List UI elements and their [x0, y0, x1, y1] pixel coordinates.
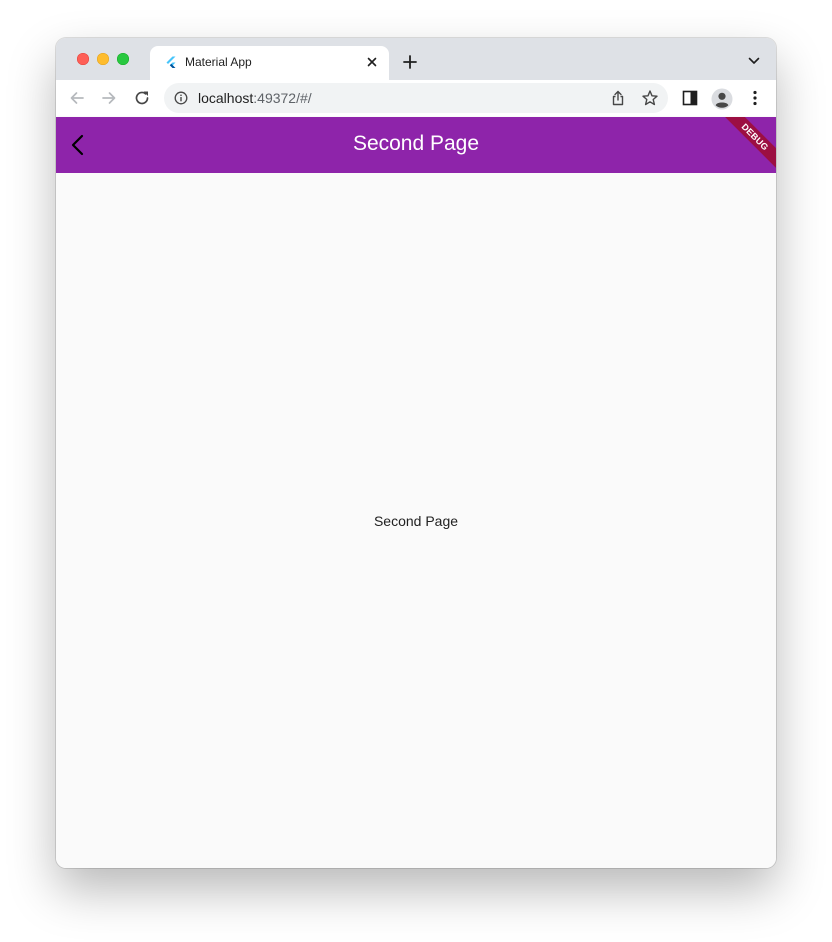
maximize-window-button[interactable] — [117, 53, 129, 65]
browser-tab[interactable]: Material App — [150, 46, 389, 80]
chevron-down-icon[interactable] — [748, 56, 760, 66]
url-text: localhost:49372/#/ — [198, 90, 312, 106]
tab-strip: Material App — [56, 38, 776, 80]
profile-avatar-icon[interactable] — [711, 88, 733, 110]
page-title: Second Page — [352, 132, 480, 155]
browser-toolbar: localhost:49372/#/ — [56, 80, 776, 118]
arrow-right-icon[interactable] — [100, 89, 118, 107]
reload-icon[interactable] — [133, 89, 151, 107]
minimize-window-button[interactable] — [97, 53, 109, 65]
arrow-left-icon[interactable] — [68, 89, 86, 107]
side-panel-icon[interactable] — [681, 89, 699, 107]
plus-icon[interactable] — [402, 54, 418, 70]
star-icon[interactable] — [641, 89, 659, 107]
browser-window: Material App localhost:49372/#/ Second P… — [56, 38, 776, 868]
kebab-menu-icon[interactable] — [746, 89, 764, 107]
tab-title: Material App — [185, 55, 252, 69]
app-bar: Second Page DEBUG — [56, 117, 776, 173]
share-icon[interactable] — [610, 90, 626, 106]
body-text: Second Page — [373, 513, 459, 529]
url-path: :49372/#/ — [253, 90, 312, 106]
url-host: localhost — [198, 90, 254, 106]
info-icon[interactable] — [174, 91, 188, 105]
close-window-button[interactable] — [77, 53, 89, 65]
flutter-logo-icon — [166, 56, 176, 68]
address-bar[interactable]: localhost:49372/#/ — [164, 83, 668, 113]
page-body: Second Page — [56, 173, 776, 868]
close-icon[interactable] — [365, 55, 379, 69]
